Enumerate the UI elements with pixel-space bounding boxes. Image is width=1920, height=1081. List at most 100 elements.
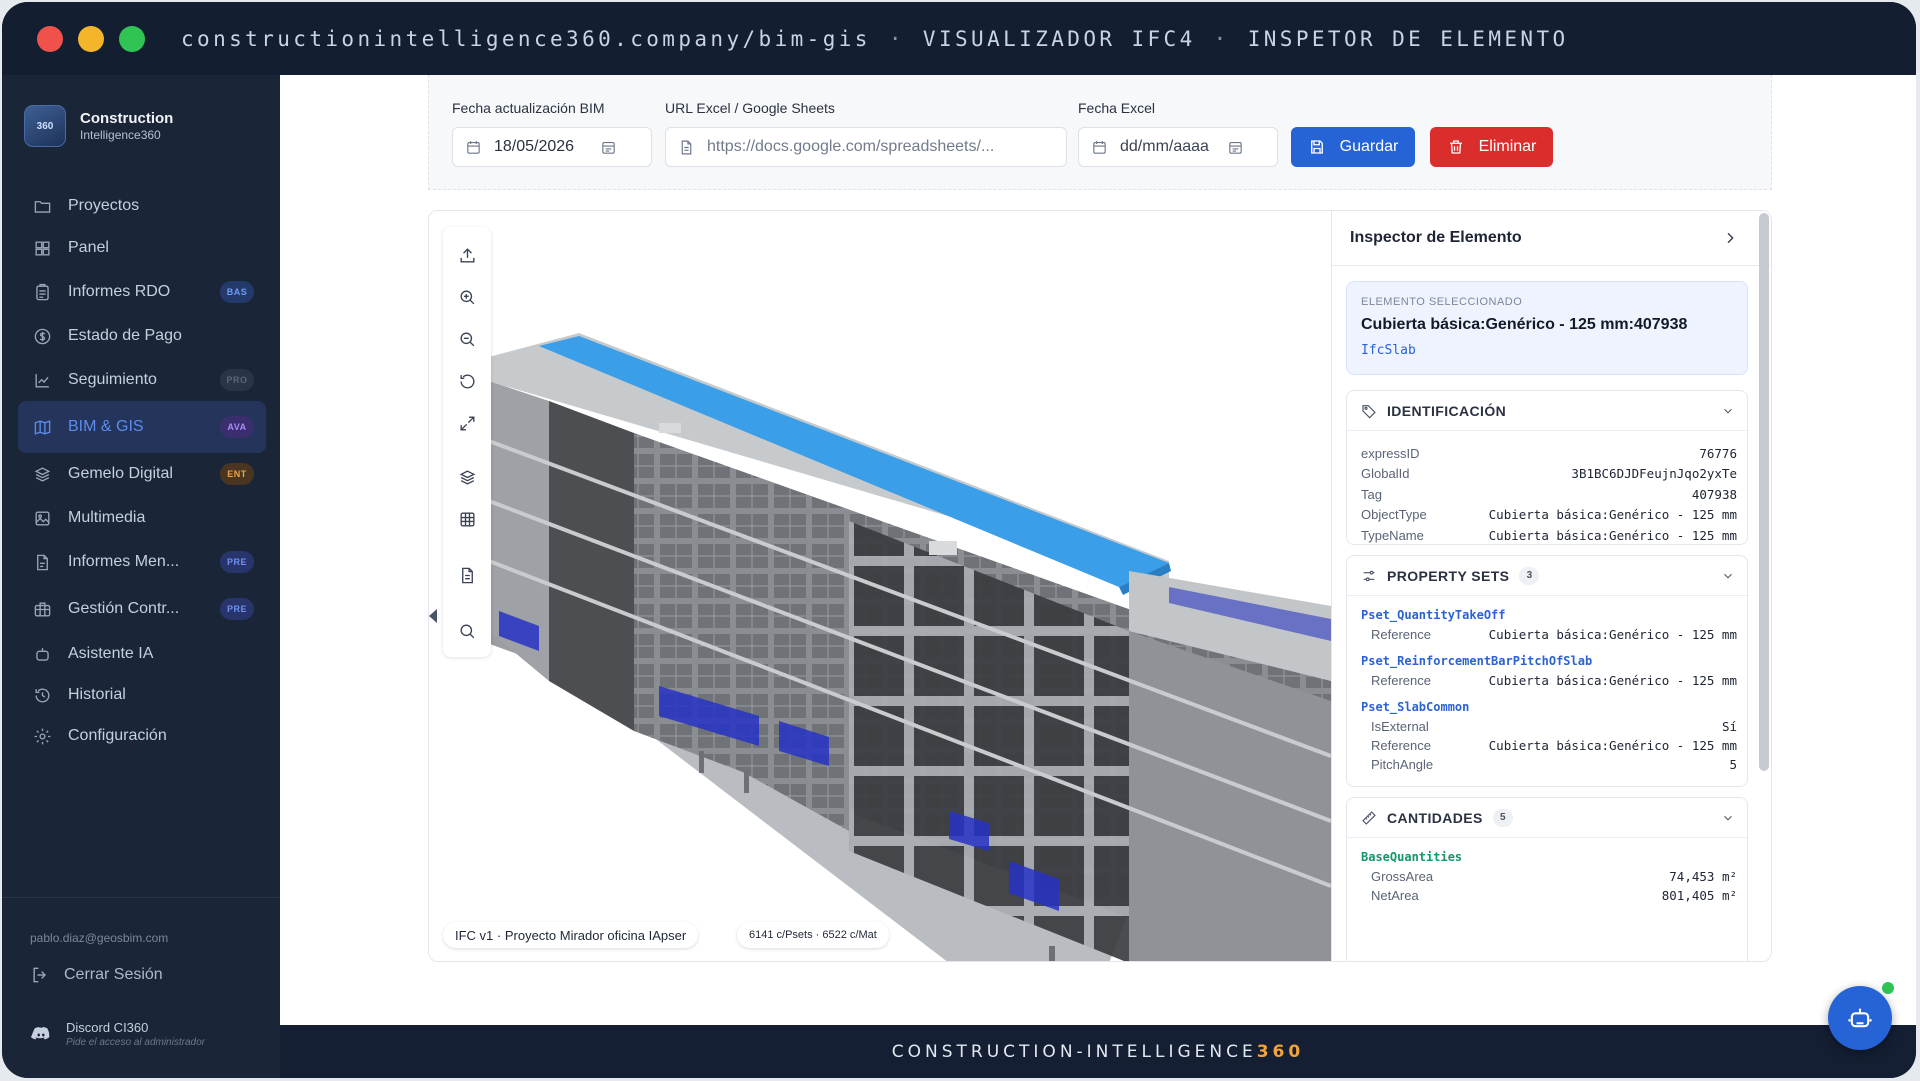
save-label: Guardar (1339, 138, 1399, 155)
footer-accent: 360 (1256, 1041, 1305, 1062)
excel-date-field[interactable]: dd/mm/aaaa (1078, 127, 1278, 167)
bim-date-value: 18/05/2026 (494, 138, 575, 155)
brand-logo: 360 (24, 105, 66, 147)
excel-date-label: Fecha Excel (1078, 100, 1156, 116)
grid-icon (32, 238, 52, 258)
property-sets-section: PROPERTY SETS 3 Pset_QuantityTakeOff Refe… (1346, 555, 1749, 787)
selected-element-type: IfcSlab (1361, 343, 1416, 358)
breadcrumb-inspector: INSPETOR DE ELEMENTO (1247, 26, 1569, 51)
ai-assistant-button[interactable] (1828, 986, 1892, 1050)
chart-line-icon (32, 370, 52, 390)
calendar-icon (467, 140, 480, 154)
calendar-picker-icon[interactable] (1227, 139, 1244, 156)
breadcrumb-viewer: VISUALIZADOR IFC4 (922, 26, 1196, 51)
property-value: 76776 (1699, 445, 1737, 461)
property-sets-header[interactable]: PROPERTY SETS 3 (1347, 556, 1749, 596)
sidebar-item-bim-gis[interactable]: BIM & GIS AVA (18, 401, 266, 453)
sidebar-item-label: BIM & GIS (68, 418, 144, 435)
pset-name[interactable]: Pset_SlabCommon (1361, 700, 1469, 714)
identification-header[interactable]: IDENTIFICACIÓN (1347, 391, 1749, 431)
property-row: Reference Cubierta básica:Genérico - 125 … (1371, 622, 1737, 646)
element-inspector: Inspector de Elemento ELEMENTO SELECCION… (1331, 211, 1771, 961)
document-icon (681, 140, 692, 154)
logout-button[interactable]: Cerrar Sesión (30, 965, 163, 985)
viewer-toolbar (443, 227, 491, 657)
brand-name: Construction (80, 110, 174, 127)
property-value: Cubierta básica:Genérico - 125 mm (1488, 737, 1737, 753)
save-icon (1310, 140, 1323, 154)
briefcase-icon (32, 599, 52, 619)
property-key: expressID (1361, 445, 1420, 461)
delete-label: Eliminar (1478, 138, 1537, 155)
property-key: TypeName (1361, 527, 1424, 543)
sidebar-item-label: Panel (68, 239, 109, 256)
save-button[interactable]: Guardar (1291, 127, 1415, 167)
url-separator: · (1213, 26, 1230, 51)
inspector-header: Inspector de Elemento (1332, 211, 1771, 266)
minimize-window-button[interactable] (78, 25, 104, 52)
excel-date-placeholder: dd/mm/aaaa (1120, 138, 1209, 155)
chevron-down-icon[interactable] (1721, 569, 1735, 583)
plan-badge: PRE (220, 598, 254, 620)
discord-icon (30, 1027, 50, 1040)
zoom-in-icon[interactable] (455, 285, 479, 309)
inspector-scrollbar[interactable] (1759, 213, 1769, 771)
bim-date-field[interactable]: 18/05/2026 (452, 127, 652, 167)
quantities-section: CANTIDADES 5 BaseQuantities GrossArea 74,… (1346, 797, 1749, 961)
document-icon[interactable] (455, 563, 479, 587)
brand-subtitle: Intelligence360 (80, 128, 161, 142)
property-key: Reference (1371, 672, 1431, 688)
property-value: 3B1BC6DJDFeujnJqo2yxTe (1571, 466, 1737, 481)
image-icon (32, 508, 52, 528)
3d-viewport[interactable]: IFC v1 · Proyecto Mirador oficina IApser… (429, 211, 1331, 962)
grid-icon[interactable] (455, 507, 479, 531)
footer-text: CONSTRUCTION-INTELLIGENCE (891, 1041, 1257, 1062)
quantities-header[interactable]: CANTIDADES 5 (1347, 798, 1749, 838)
close-window-button[interactable] (37, 25, 63, 52)
maximize-window-button[interactable] (119, 25, 145, 52)
address-bar[interactable]: constructionintelligence360.company/bim-… (181, 27, 1569, 51)
sliders-icon (1361, 568, 1377, 584)
selected-element-label: ELEMENTO SELECCIONADO (1361, 296, 1523, 308)
collapse-panel-icon[interactable] (1722, 230, 1738, 246)
pset-name[interactable]: Pset_ReinforcementBarPitchOfSlab (1361, 654, 1592, 668)
building-model[interactable] (429, 211, 1331, 962)
fullscreen-icon[interactable] (455, 411, 479, 435)
upload-icon[interactable] (455, 243, 479, 267)
bot-icon (32, 644, 52, 664)
brand[interactable]: 360 Construction Intelligence360 (2, 75, 280, 157)
sidebar-item-configuraci-n[interactable]: Configuración (18, 710, 266, 762)
sidebar-item-label: Historial (68, 686, 126, 703)
chevron-down-icon[interactable] (1721, 811, 1735, 825)
sidebar-item-label: Estado de Pago (68, 327, 182, 344)
identification-section: IDENTIFICACIÓN expressID 76776 GlobalId 3B1… (1346, 390, 1749, 547)
quantities-title: CANTIDADES (1387, 809, 1483, 826)
sidebar-item-seguimiento[interactable]: Seguimiento PRO (18, 354, 266, 406)
property-key: ObjectType (1361, 507, 1427, 522)
property-key: IsExternal (1371, 718, 1429, 734)
calendar-icon (1093, 140, 1106, 154)
search-icon[interactable] (455, 619, 479, 643)
property-key: Reference (1371, 737, 1431, 753)
pset-name[interactable]: Pset_QuantityTakeOff (1361, 608, 1506, 622)
property-value: Cubierta básica:Genérico - 125 mm (1488, 626, 1737, 642)
sidebar-item-label: Gemelo Digital (68, 465, 173, 482)
property-value: Sí (1721, 718, 1737, 734)
chevron-down-icon[interactable] (1721, 404, 1735, 418)
sidebar-item-label: Proyectos (68, 197, 140, 214)
layers-icon (32, 464, 52, 484)
delete-button[interactable]: Eliminar (1430, 127, 1553, 167)
layers-icon[interactable] (455, 465, 479, 489)
quantity-value: 801,405 m² (1661, 887, 1737, 903)
zoom-out-icon[interactable] (455, 327, 479, 351)
plan-badge: PRE (220, 551, 254, 573)
sidebar-item-informes-men[interactable]: Informes Men... PRE (18, 536, 266, 588)
user-email: pablo.diaz@geosbim.com (30, 931, 169, 945)
property-value: 407938 (1691, 486, 1737, 502)
excel-url-field[interactable]: https://docs.google.com/spreadsheets/... (665, 127, 1067, 167)
discord-link[interactable]: Discord CI360 Pide el acceso al administ… (30, 1020, 205, 1048)
property-row: TypeName Cubierta básica:Genérico - 125 m… (1361, 523, 1737, 547)
calendar-picker-icon[interactable] (600, 139, 617, 156)
property-value: Cubierta básica:Genérico - 125 mm (1488, 672, 1737, 688)
reset-view-icon[interactable] (455, 369, 479, 393)
